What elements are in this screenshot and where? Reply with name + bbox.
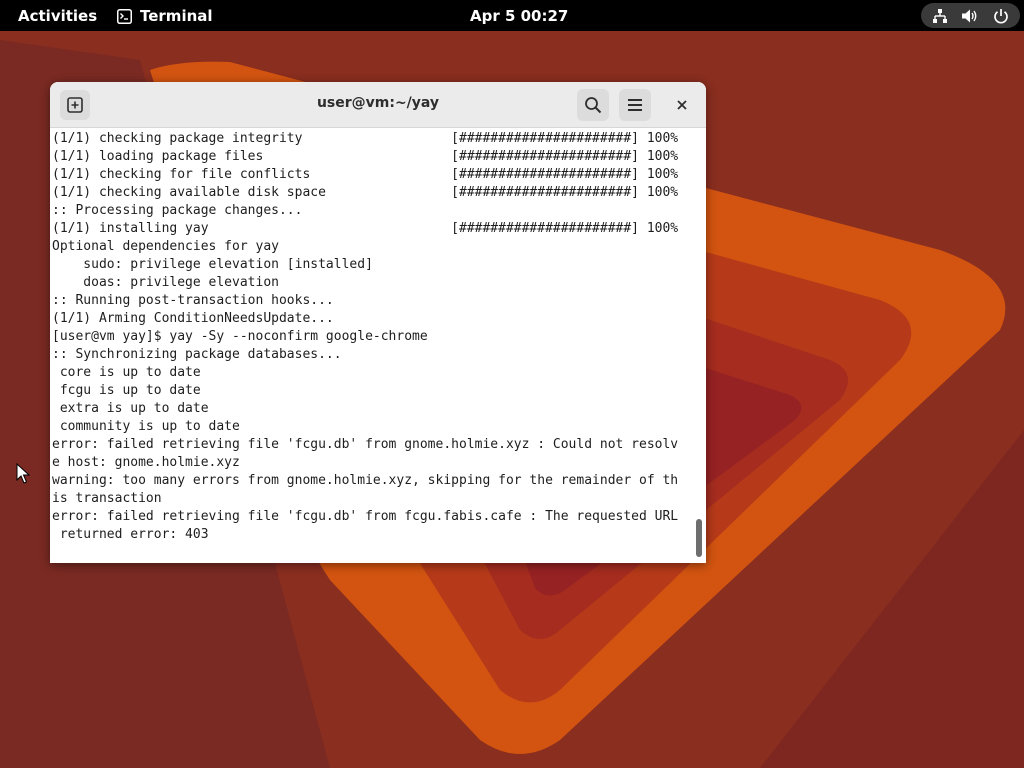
terminal-line: :: Running post-transaction hooks... — [52, 293, 334, 308]
scrollbar-thumb[interactable] — [696, 519, 702, 557]
new-tab-button[interactable] — [60, 90, 90, 120]
terminal-line: extra is up to date — [52, 401, 209, 416]
terminal-line: is transaction — [52, 491, 162, 506]
terminal-line: error: failed retrieving file 'fcgu.db' … — [52, 509, 679, 524]
terminal-scrollbar[interactable] — [693, 128, 706, 563]
app-menu-label: Terminal — [140, 7, 213, 25]
terminal-line: error: failed retrieving file 'fcgu.db' … — [52, 437, 679, 452]
hamburger-menu-icon — [628, 99, 642, 111]
terminal-line: (1/1) checking package integrity [######… — [52, 131, 679, 146]
search-icon — [585, 97, 602, 114]
terminal-line: returned error: 403 — [52, 527, 209, 542]
terminal-line: :: Synchronizing package databases... — [52, 347, 342, 362]
terminal-line: (1/1) installing yay [##################… — [52, 221, 679, 236]
terminal-line: community is up to date — [52, 419, 240, 434]
power-icon[interactable] — [992, 7, 1010, 25]
terminal-line: e host: gnome.holmie.xyz — [52, 455, 240, 470]
app-menu-button[interactable]: Terminal — [117, 7, 213, 25]
terminal-line: core is up to date — [52, 365, 201, 380]
system-tray[interactable] — [921, 3, 1020, 28]
terminal-line: (1/1) Arming ConditionNeedsUpdate... — [52, 311, 334, 326]
terminal-app-icon — [117, 8, 132, 24]
terminal-line: (1/1) loading package files [###########… — [52, 149, 679, 164]
desktop: Activities Terminal Apr 5 00:27 user@vm:… — [0, 0, 1024, 768]
terminal-line: Optional dependencies for yay — [52, 239, 279, 254]
top-bar: Activities Terminal Apr 5 00:27 — [0, 0, 1024, 31]
terminal-line: sudo: privilege elevation [installed] — [52, 257, 373, 272]
mouse-pointer-icon — [16, 463, 30, 484]
close-button[interactable] — [670, 93, 694, 117]
terminal-line: (1/1) checking for file conflicts [#####… — [52, 167, 679, 182]
activities-button[interactable]: Activities — [18, 7, 97, 25]
terminal-line: doas: privilege elevation — [52, 275, 279, 290]
hamburger-menu-button[interactable] — [619, 89, 651, 121]
terminal-line: (1/1) checking available disk space [###… — [52, 185, 679, 200]
new-tab-icon — [67, 97, 83, 113]
close-icon — [677, 100, 687, 110]
volume-icon[interactable] — [961, 7, 979, 25]
clock[interactable]: Apr 5 00:27 — [470, 7, 568, 25]
search-button[interactable] — [577, 89, 609, 121]
terminal-line: fcgu is up to date — [52, 383, 201, 398]
terminal-line: :: Processing package changes... — [52, 203, 303, 218]
terminal-window[interactable]: user@vm:~/yay (1/1) checking package int… — [50, 82, 706, 563]
terminal-line: warning: too many errors from gnome.holm… — [52, 473, 679, 488]
network-icon[interactable] — [931, 7, 949, 25]
terminal-titlebar[interactable]: user@vm:~/yay — [50, 82, 706, 128]
terminal-output[interactable]: (1/1) checking package integrity [######… — [52, 130, 692, 563]
terminal-line: [user@vm yay]$ yay -Sy --noconfirm googl… — [52, 329, 428, 344]
